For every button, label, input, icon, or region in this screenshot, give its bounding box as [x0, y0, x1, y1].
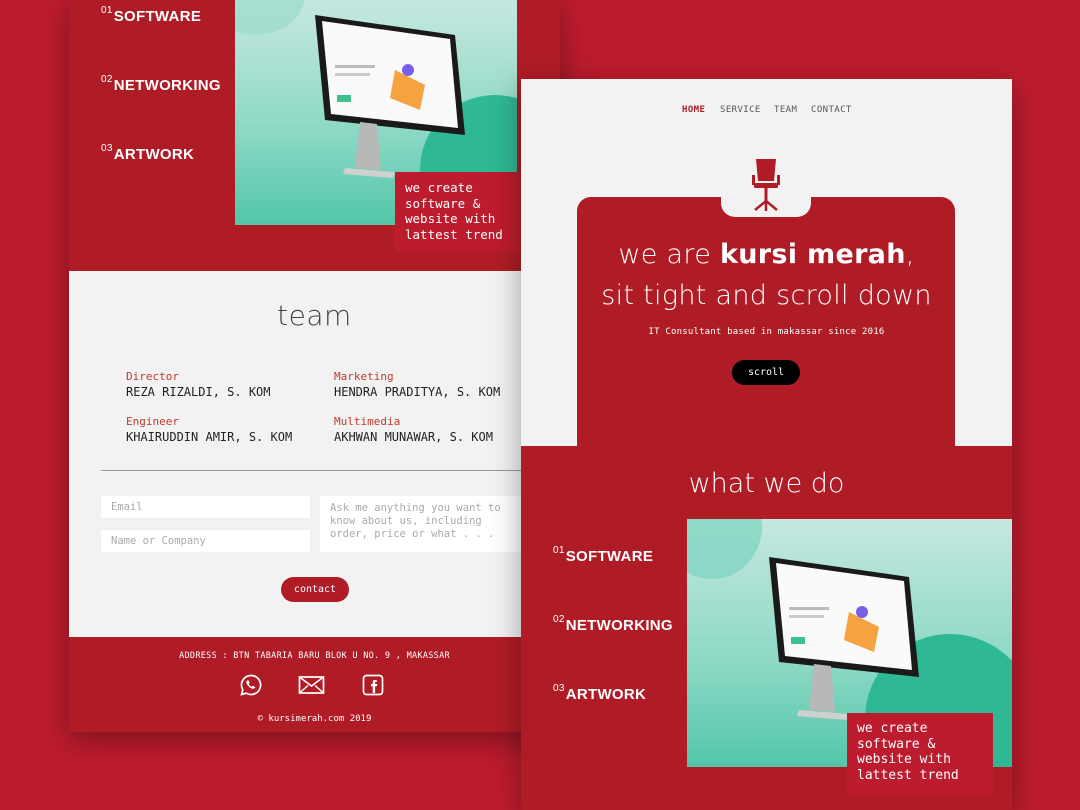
service-item-networking[interactable]: 02NETWORKING [553, 614, 673, 634]
nav-item-team[interactable]: TEAM [774, 105, 797, 115]
hero-line-1: we are kursi merah, [521, 239, 1012, 270]
service-label: SOFTWARE [113, 8, 202, 25]
service-number: 02 [101, 74, 113, 85]
facebook-icon[interactable] [361, 673, 385, 697]
tagline-line: we create [857, 721, 928, 736]
tagline-box: we create software & website with lattes… [847, 713, 993, 795]
team-title: team [277, 299, 352, 332]
service-label: NETWORKING [113, 77, 221, 94]
message-textarea[interactable] [320, 496, 525, 552]
whatsapp-icon[interactable] [239, 673, 263, 697]
member-name: REZA RIZALDI, S. KOM [126, 385, 271, 399]
copyright: © kursimerah.com 2019 [257, 714, 372, 724]
service-label: NETWORKING [565, 617, 673, 634]
footer-address: ADDRESS : BTN TABARIA BARU BLOK U NO. 9 … [179, 651, 450, 661]
left-page-mockup: 01SOFTWARE 02NETWORKING 03ARTWORK we cre… [69, 0, 560, 732]
member-role: Engineer [126, 415, 179, 428]
monitor-icon [315, 15, 465, 178]
service-number: 03 [553, 683, 565, 694]
nav-item-home[interactable]: HOME [682, 105, 705, 115]
right-page-mockup: HOME SERVICE TEAM CONTACT we are kursi m… [521, 79, 1012, 810]
hero-text: , [905, 239, 915, 270]
chair-icon [752, 159, 780, 211]
hero-line-2: sit tight and scroll down [601, 280, 932, 311]
email-input[interactable] [101, 496, 310, 518]
footer: ADDRESS : BTN TABARIA BARU BLOK U NO. 9 … [69, 637, 560, 732]
member-name: AKHWAN MUNAWAR, S. KOM [334, 430, 493, 444]
what-we-do-section: what we do 01SOFTWARE 02NETWORKING 03ART… [521, 446, 1012, 810]
member-role: Multimedia [334, 415, 401, 428]
hero-section [577, 197, 955, 447]
tagline-line: software & [405, 195, 481, 211]
service-number: 03 [101, 143, 113, 154]
service-number: 01 [101, 5, 113, 16]
service-item-artwork[interactable]: 03ARTWORK [101, 143, 195, 163]
service-label: ARTWORK [113, 146, 195, 163]
service-number: 01 [553, 545, 565, 556]
tagline-line: lattest trend [405, 226, 503, 242]
tagline-line: we create [405, 180, 473, 195]
service-item-networking[interactable]: 02NETWORKING [101, 74, 221, 94]
member-role: Director [126, 370, 179, 383]
team-section: team Director REZA RIZALDI, S. KOM Marke… [69, 271, 560, 637]
services-section: 01SOFTWARE 02NETWORKING 03ARTWORK we cre… [69, 0, 560, 271]
what-we-do-title: what we do [688, 468, 845, 499]
tagline-line: website with [857, 752, 951, 767]
hero-subtitle: IT Consultant based in makassar since 20… [648, 327, 885, 337]
service-label: ARTWORK [565, 686, 647, 703]
tagline-line: software & [857, 736, 936, 752]
nav-item-contact[interactable]: CONTACT [811, 105, 852, 115]
service-number: 02 [553, 614, 565, 625]
divider [101, 470, 521, 471]
tagline-line: lattest trend [857, 767, 959, 783]
service-item-artwork[interactable]: 03ARTWORK [553, 683, 647, 703]
member-role: Marketing [334, 370, 394, 383]
hero-text: we are [618, 239, 720, 270]
mail-icon[interactable] [298, 673, 325, 697]
member-name: KHAIRUDDIN AMIR, S. KOM [126, 430, 293, 444]
service-item-software[interactable]: 01SOFTWARE [101, 5, 202, 25]
nav-item-service[interactable]: SERVICE [720, 105, 761, 115]
tagline-box: we create software & website with lattes… [395, 172, 520, 252]
member-name: HENDRA PRADITYA, S. KOM [334, 385, 501, 399]
brand-name: kursi merah [720, 239, 906, 270]
tagline-line: website with [405, 211, 496, 226]
service-item-software[interactable]: 01SOFTWARE [553, 545, 654, 565]
scroll-button[interactable]: scroll [732, 360, 800, 385]
monitor-icon [769, 557, 919, 720]
service-label: SOFTWARE [565, 548, 654, 565]
name-company-input[interactable] [101, 530, 310, 552]
contact-button[interactable]: contact [281, 577, 349, 602]
